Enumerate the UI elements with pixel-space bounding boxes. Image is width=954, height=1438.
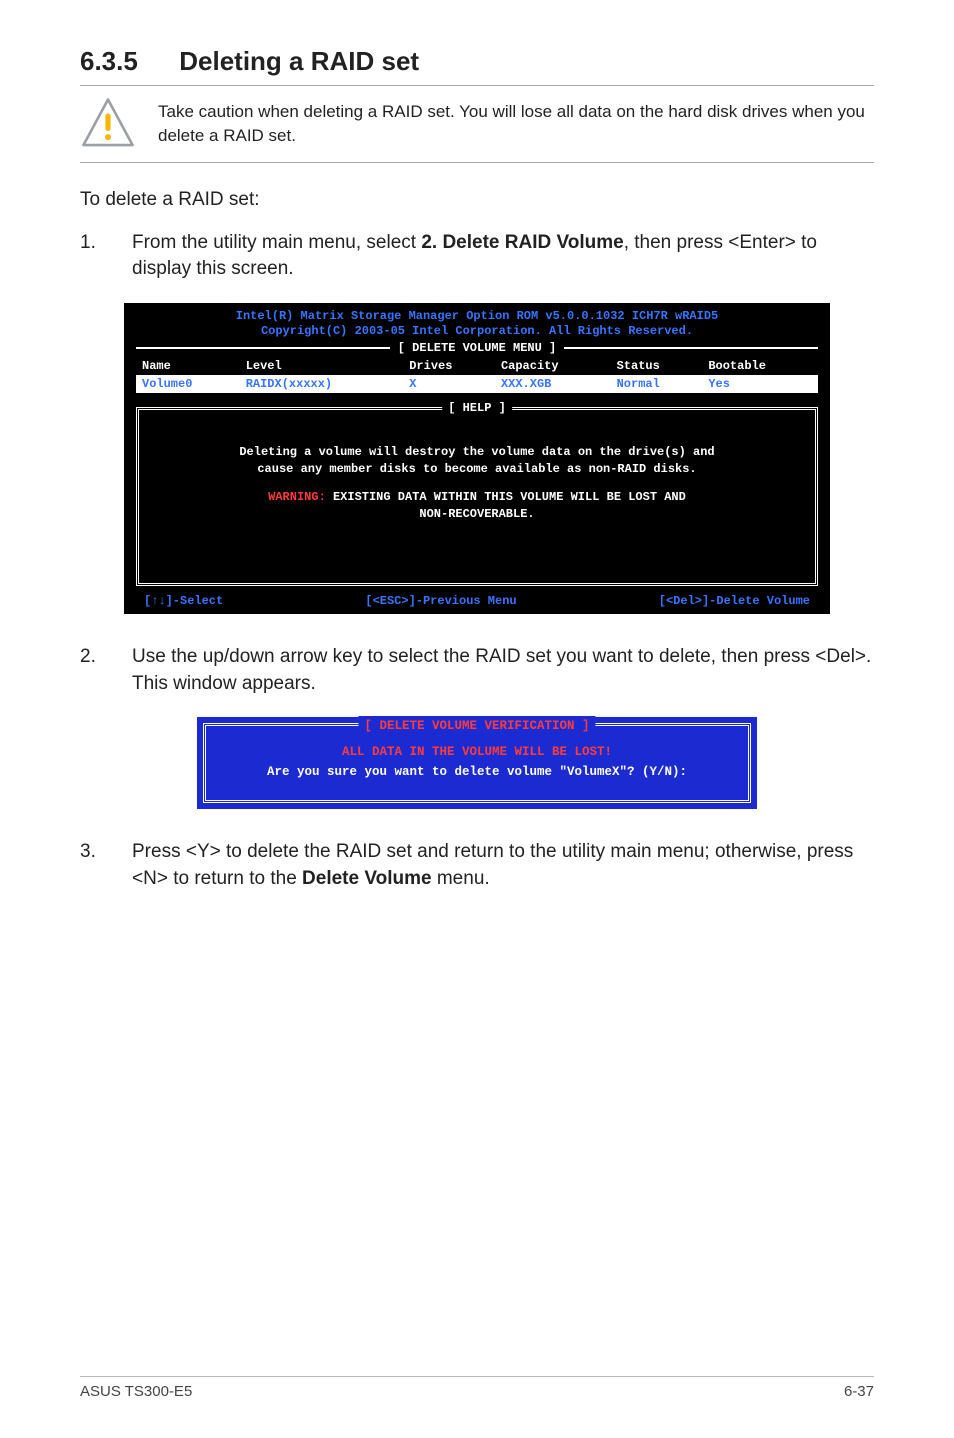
step-text: From the utility main menu, select bbox=[132, 232, 421, 253]
warning-label: WARNING: bbox=[268, 490, 326, 504]
bios-delete-volume-screen: Intel(R) Matrix Storage Manager Option R… bbox=[124, 303, 830, 614]
warning-line: WARNING: EXISTING DATA WITHIN THIS VOLUM… bbox=[147, 489, 807, 506]
warning-line: NON-RECOVERABLE. bbox=[147, 506, 807, 523]
step-body: Use the up/down arrow key to select the … bbox=[132, 644, 874, 697]
step-number: 3. bbox=[80, 839, 104, 892]
bios-confirm-dialog: [ DELETE VOLUME VERIFICATION ] ALL DATA … bbox=[197, 717, 757, 809]
table-header-row: Name Level Drives Capacity Status Bootab… bbox=[136, 357, 818, 375]
dialog-warning: ALL DATA IN THE VOLUME WILL BE LOST! bbox=[220, 742, 734, 762]
col-status: Status bbox=[611, 357, 703, 375]
bios-section-title-row: [ DELETE VOLUME MENU ] bbox=[124, 341, 830, 355]
bios-help-box: [ HELP ] Deleting a volume will destroy … bbox=[136, 407, 818, 586]
step-text: Press <Y> to delete the RAID set and ret… bbox=[132, 841, 853, 889]
dialog-frame: [ DELETE VOLUME VERIFICATION ] ALL DATA … bbox=[203, 723, 751, 803]
section-heading: 6.3.5 Deleting a RAID set bbox=[80, 46, 874, 77]
cell-bootable: Yes bbox=[702, 375, 818, 393]
bios-table-area: Name Level Drives Capacity Status Bootab… bbox=[124, 355, 830, 397]
lead-text: To delete a RAID set: bbox=[80, 187, 874, 214]
bios-volume-table: Name Level Drives Capacity Status Bootab… bbox=[136, 357, 818, 393]
bios-help-text: Deleting a volume will destroy the volum… bbox=[147, 444, 807, 523]
col-bootable: Bootable bbox=[702, 357, 818, 375]
step-body: From the utility main menu, select 2. De… bbox=[132, 230, 874, 283]
col-capacity: Capacity bbox=[495, 357, 611, 375]
cell-status: Normal bbox=[611, 375, 703, 393]
caution-text: Take caution when deleting a RAID set. Y… bbox=[158, 100, 874, 148]
caution-block: Take caution when deleting a RAID set. Y… bbox=[80, 85, 874, 163]
cell-level: RAIDX(xxxxx) bbox=[240, 375, 404, 393]
step-number: 1. bbox=[80, 230, 104, 283]
footer-del-hint: [<Del>]-Delete Volume bbox=[659, 594, 810, 608]
footer-select-hint: [↑↓]-Select bbox=[144, 594, 223, 608]
step-number: 2. bbox=[80, 644, 104, 697]
step-body: Press <Y> to delete the RAID set and ret… bbox=[132, 839, 874, 892]
dialog-title: [ DELETE VOLUME VERIFICATION ] bbox=[358, 716, 595, 736]
cell-capacity: XXX.XGB bbox=[495, 375, 611, 393]
bios-header: Copyright(C) 2003-05 Intel Corporation. … bbox=[124, 324, 830, 339]
bios-section-label: [ DELETE VOLUME MENU ] bbox=[390, 341, 564, 355]
caution-icon bbox=[80, 96, 136, 152]
help-line: cause any member disks to become availab… bbox=[147, 461, 807, 478]
bios-help-title: [ HELP ] bbox=[442, 401, 512, 415]
step-text: menu. bbox=[432, 868, 490, 889]
dialog-prompt[interactable]: Are you sure you want to delete volume "… bbox=[220, 762, 734, 782]
step-2: 2. Use the up/down arrow key to select t… bbox=[80, 644, 874, 697]
col-name: Name bbox=[136, 357, 240, 375]
divider bbox=[564, 347, 818, 349]
divider bbox=[136, 347, 390, 349]
footer-esc-hint: [<ESC>]-Previous Menu bbox=[365, 594, 516, 608]
footer-product: ASUS TS300-E5 bbox=[80, 1383, 192, 1400]
warning-text: EXISTING DATA WITHIN THIS VOLUME WILL BE… bbox=[326, 490, 686, 504]
col-drives: Drives bbox=[403, 357, 495, 375]
step-bold: Delete Volume bbox=[302, 868, 432, 889]
cell-name: Volume0 bbox=[136, 375, 240, 393]
footer-page-number: 6-37 bbox=[844, 1383, 874, 1400]
section-title: Deleting a RAID set bbox=[179, 46, 419, 76]
bios-footer: [↑↓]-Select [<ESC>]-Previous Menu [<Del>… bbox=[124, 590, 830, 608]
bios-header: Intel(R) Matrix Storage Manager Option R… bbox=[124, 309, 830, 324]
table-row[interactable]: Volume0 RAIDX(xxxxx) X XXX.XGB Normal Ye… bbox=[136, 375, 818, 393]
col-level: Level bbox=[240, 357, 404, 375]
cell-drives: X bbox=[403, 375, 495, 393]
step-bold: 2. Delete RAID Volume bbox=[421, 232, 623, 253]
help-line: Deleting a volume will destroy the volum… bbox=[147, 444, 807, 461]
page-footer: ASUS TS300-E5 6-37 bbox=[80, 1376, 874, 1400]
section-number: 6.3.5 bbox=[80, 46, 172, 77]
step-1: 1. From the utility main menu, select 2.… bbox=[80, 230, 874, 283]
step-3: 3. Press <Y> to delete the RAID set and … bbox=[80, 839, 874, 892]
